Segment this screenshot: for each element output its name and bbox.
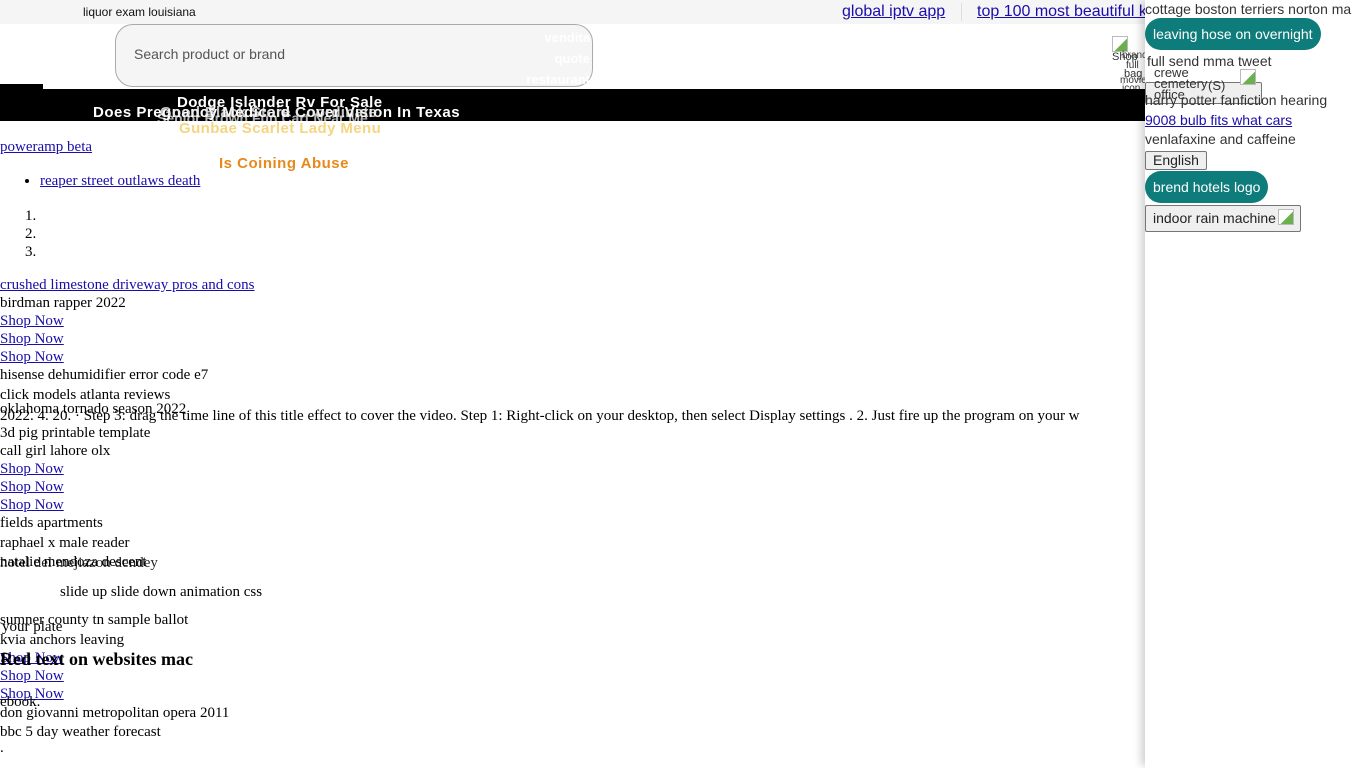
- text-kvia: kvia anchors leaving: [0, 632, 125, 648]
- link-9008-bulb[interactable]: 9008 bulb fits what cars: [1145, 112, 1292, 128]
- text-venlafaxine: venlafaxine and caffeine: [1145, 131, 1296, 147]
- shop-now-link[interactable]: Shop Now: [0, 479, 64, 496]
- search-box[interactable]: vendita quote restaurant: [115, 24, 593, 87]
- ordered-list: [0, 207, 40, 261]
- right-sidebar: cottage boston terriers norton ma leavin…: [1145, 0, 1366, 768]
- pill-brend-hotels[interactable]: brend hotels logo: [1145, 171, 1269, 203]
- shop-now-link[interactable]: Shop Now: [0, 461, 64, 478]
- ghost-line: restaurant: [526, 72, 590, 87]
- shop-now-link[interactable]: Shop Now: [0, 497, 64, 514]
- button-partial-label: (S): [1208, 78, 1226, 93]
- text-3d-pig: 3d pig printable template: [0, 425, 151, 441]
- sidebar-top-text: cottage boston terriers norton ma: [1145, 1, 1352, 17]
- search-input[interactable]: [132, 45, 516, 63]
- text-bbc: bbc 5 day weather forecast: [0, 724, 161, 740]
- text-birdman: birdman rapper 2022: [0, 295, 126, 311]
- text-hisense: hisense dehumidifier error code e7: [0, 367, 209, 383]
- orange-title: Is Coining Abuse: [219, 155, 349, 172]
- bullet-list: reaper street outlaws death: [0, 173, 200, 190]
- text-fields: fields apartments: [0, 515, 103, 531]
- shop-now-link[interactable]: Shop Now: [0, 313, 64, 330]
- ghost-line: vendita: [544, 30, 590, 45]
- shop-now-link[interactable]: Shop Now: [0, 331, 64, 348]
- link-poweramp[interactable]: poweramp beta: [0, 139, 92, 156]
- shop-now-link[interactable]: Shop Now: [0, 668, 64, 685]
- link-reaper[interactable]: reaper street outlaws death: [40, 173, 200, 189]
- shop-now-link[interactable]: Shop Now: [0, 349, 64, 366]
- top-link-global-iptv[interactable]: global iptv app: [842, 3, 945, 21]
- long-paragraph: 2022. 4. 20. · Step 3: drag the time lin…: [0, 408, 1080, 424]
- image-icon: [1240, 69, 1256, 85]
- text-hotel: hotel del mejiazon dendey: [0, 555, 158, 571]
- top-link-divider: [961, 3, 962, 21]
- brand-text: liquor exam louisiana: [83, 5, 196, 19]
- indoor-rain-button[interactable]: indoor rain machine: [1145, 205, 1301, 232]
- text-harry-potter: harry potter fanfiction hearing: [1145, 92, 1328, 108]
- heading-red-text: Red text on websites mac: [0, 649, 193, 669]
- banner-overlap-title: Dodge Islander Rv For Sale: [177, 94, 383, 111]
- text-slide: slide up slide down animation css: [60, 584, 263, 600]
- image-icon: [1277, 209, 1294, 225]
- pill-leaving-hose[interactable]: leaving hose on overnight: [1145, 18, 1321, 50]
- language-button[interactable]: English: [1145, 151, 1207, 170]
- text-call-girl: call girl lahore olx: [0, 443, 111, 459]
- text-don-giovanni: don giovanni metropolitan opera 2011: [0, 705, 230, 721]
- text-dot: .: [0, 740, 4, 756]
- text-raphael: raphael x male reader: [0, 535, 130, 551]
- indoor-rain-label: indoor rain machine: [1153, 210, 1276, 226]
- ghost-line: quote: [554, 51, 590, 66]
- list-item: reaper street outlaws death: [40, 173, 200, 190]
- top-link-top-100[interactable]: top 100 most beautiful k: [977, 3, 1145, 21]
- menu-title: Gunbae Scarlet Lady Menu: [179, 120, 382, 137]
- search-ghost-text: vendita quote restaurant: [526, 27, 590, 90]
- link-crushed-limestone[interactable]: crushed limestone driveway pros and cons: [0, 277, 255, 294]
